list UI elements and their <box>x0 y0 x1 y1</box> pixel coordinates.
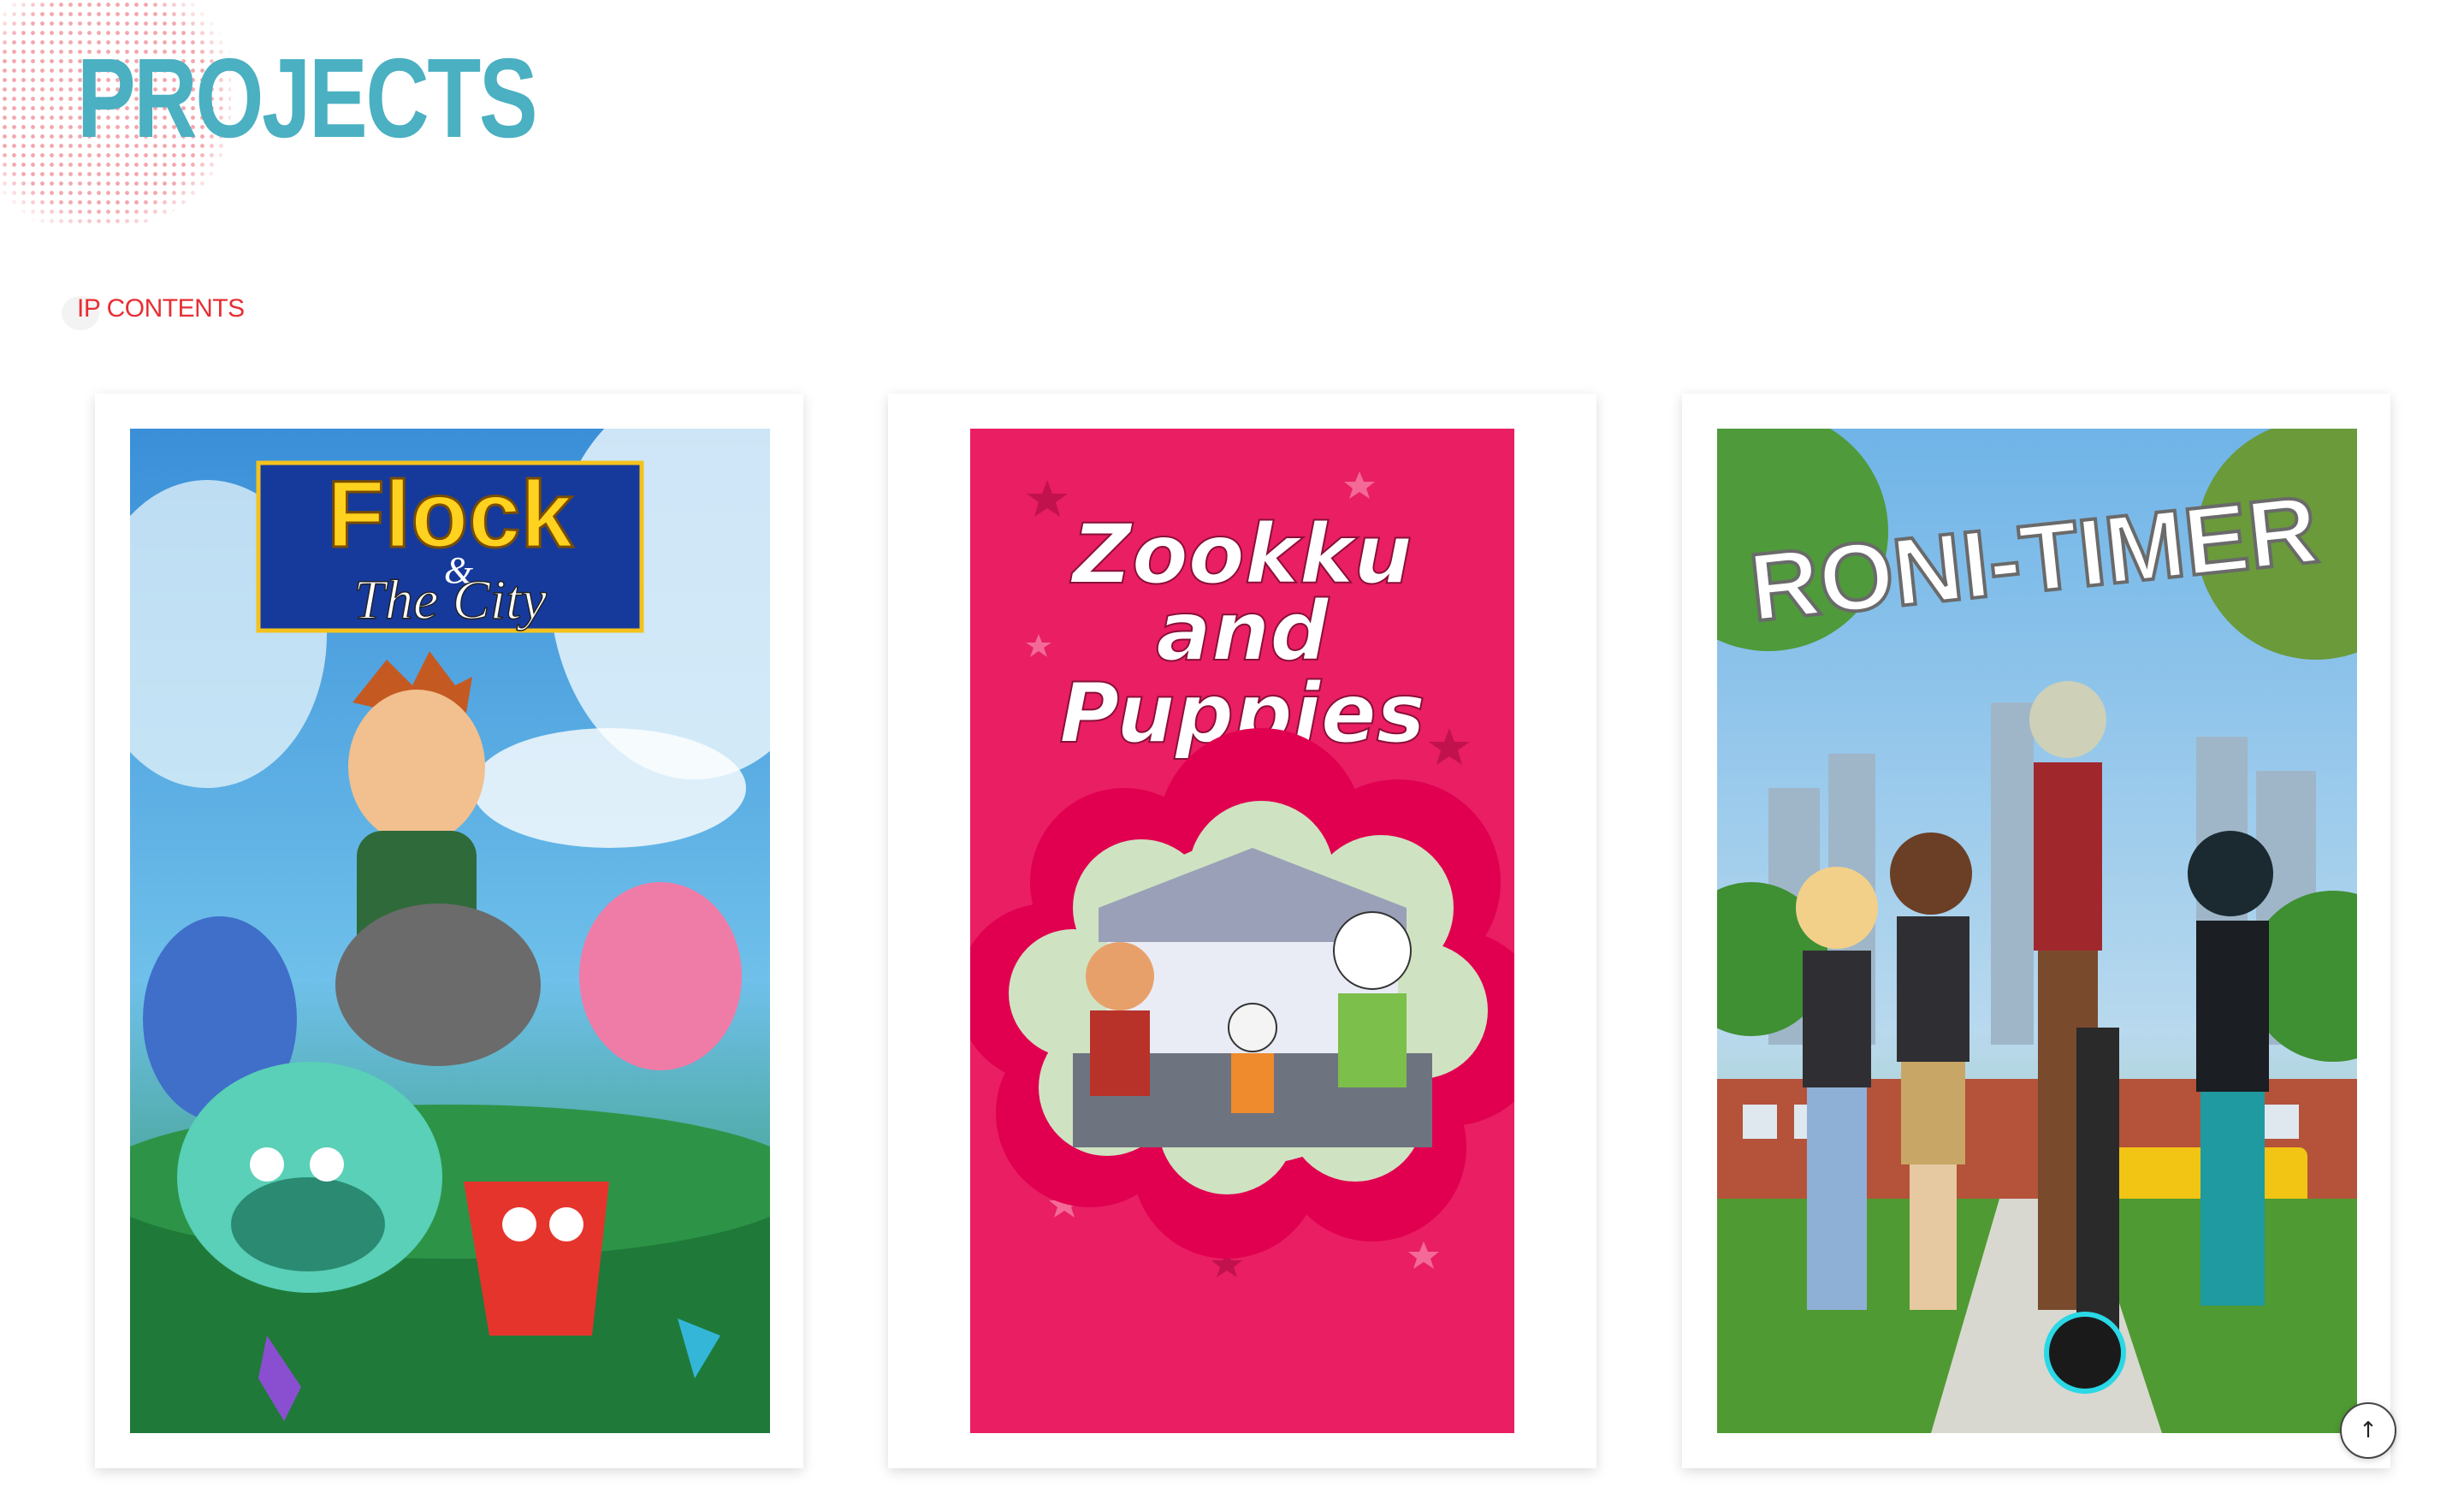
project-card-zookku[interactable]: Zookku and Puppies <box>888 394 1596 1468</box>
poster-flock-image: Flock & The City <box>130 429 770 1433</box>
poster-flock-subtitle: The City <box>353 569 547 631</box>
scroll-to-top-button[interactable]: ↑ <box>2340 1402 2396 1459</box>
page-title: PROJECTS <box>77 35 538 161</box>
project-card-roni-timer[interactable]: RONI-TIMER <box>1682 394 2390 1468</box>
poster-zookku-image: Zookku and Puppies <box>970 429 1514 1433</box>
arrow-up-icon: ↑ <box>2359 1418 2378 1443</box>
section-label: IP CONTENTS <box>77 294 245 323</box>
poster-roni-timer-image: RONI-TIMER <box>1717 429 2357 1433</box>
project-card-flock[interactable]: Flock & The City <box>95 394 803 1468</box>
